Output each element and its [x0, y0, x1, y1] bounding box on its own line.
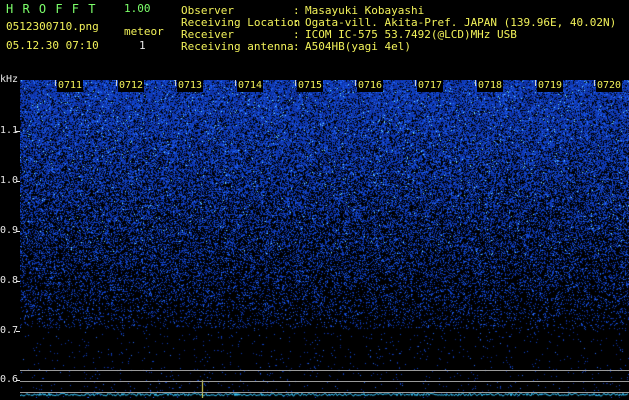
x-tick-label: 0712 — [118, 80, 145, 92]
file-datetime: 05.12.30 07:10 — [6, 39, 99, 52]
x-tick-label: 0719 — [537, 80, 564, 92]
x-tick-mark — [415, 80, 416, 86]
x-tick-mark — [535, 80, 536, 86]
y-axis-unit: kHz — [0, 74, 19, 85]
x-tick-label: 0717 — [417, 80, 444, 92]
antenna-label: Receiving antenna — [181, 40, 294, 53]
antenna-sep: : — [293, 40, 300, 53]
x-tick-mark — [55, 80, 56, 86]
antenna-value: A504HB(yagi 4el) — [305, 40, 411, 53]
reference-line — [20, 392, 629, 393]
spectrogram-plot — [20, 80, 629, 398]
y-tick-mark — [16, 231, 20, 232]
y-tick-mark — [16, 131, 20, 132]
meteor-count: 1 — [139, 39, 146, 52]
app-title: H R O F F T — [6, 2, 97, 16]
x-tick-mark — [355, 80, 356, 86]
x-tick-mark — [475, 80, 476, 86]
hrofft-window: H R O F F T 1.00 0512300710.png meteor 0… — [0, 0, 629, 400]
y-tick-mark — [16, 181, 20, 182]
x-tick-mark — [235, 80, 236, 86]
x-tick-label: 0720 — [596, 80, 623, 92]
x-tick-mark — [295, 80, 296, 86]
x-tick-mark — [594, 80, 595, 86]
y-tick-mark — [16, 281, 20, 282]
reference-line — [20, 381, 629, 382]
file-name: 0512300710.png — [6, 20, 99, 33]
x-tick-mark — [116, 80, 117, 86]
x-tick-label: 0713 — [177, 80, 204, 92]
x-tick-label: 0711 — [57, 80, 84, 92]
x-tick-label: 0715 — [297, 80, 324, 92]
meteor-label: meteor — [124, 25, 164, 38]
x-tick-label: 0718 — [477, 80, 504, 92]
y-tick-mark — [16, 331, 20, 332]
x-tick-label: 0716 — [357, 80, 384, 92]
x-tick-mark — [175, 80, 176, 86]
app-version: 1.00 — [124, 2, 151, 15]
x-tick-label: 0714 — [237, 80, 264, 92]
reference-line — [20, 370, 629, 371]
